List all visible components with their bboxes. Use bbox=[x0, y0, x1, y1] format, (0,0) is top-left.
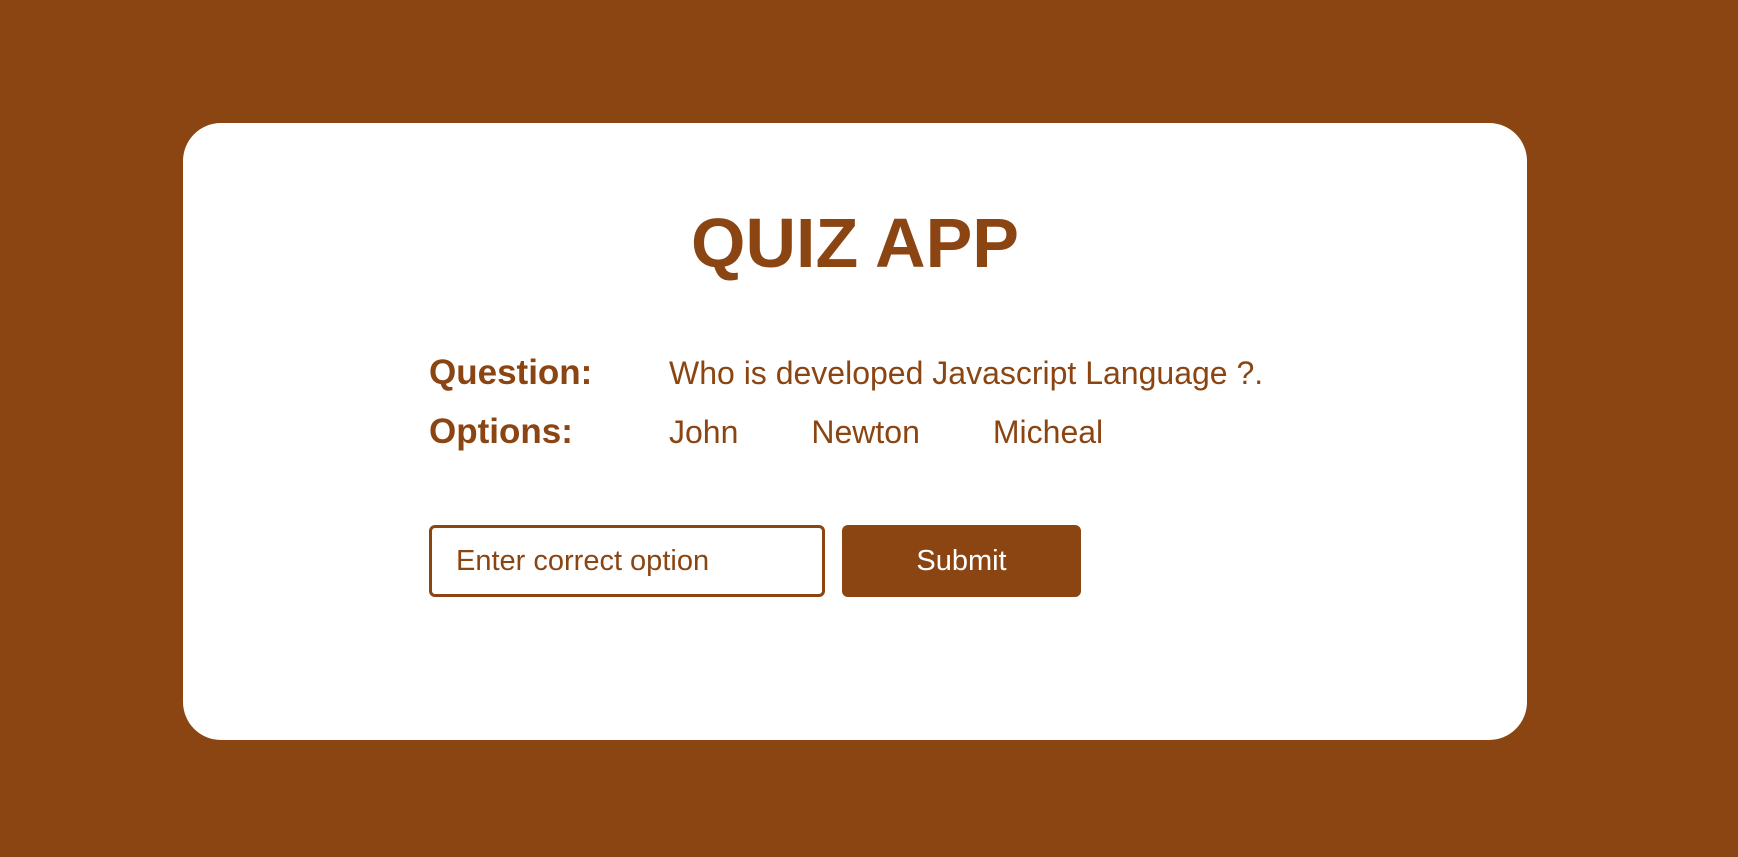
app-title: QUIZ APP bbox=[691, 204, 1019, 282]
option-item: Micheal bbox=[992, 413, 1104, 450]
answer-input[interactable] bbox=[429, 525, 825, 597]
submit-button[interactable]: Submit bbox=[842, 525, 1081, 597]
question-label: Question: bbox=[429, 353, 593, 392]
option-item: John bbox=[669, 413, 739, 450]
page-background: { "app": { "title": "QUIZ APP" }, "quiz"… bbox=[0, 0, 1738, 857]
options-row: Options: John Newton Micheal bbox=[429, 409, 1176, 455]
question-text: Who is developed Javascript Language ?. bbox=[669, 354, 1264, 391]
quiz-card: QUIZ APP Question: Who is developed Java… bbox=[183, 123, 1527, 740]
options-label: Options: bbox=[429, 412, 573, 451]
question-row: Question: Who is developed Javascript La… bbox=[429, 350, 1263, 396]
option-item: Newton bbox=[811, 413, 920, 450]
